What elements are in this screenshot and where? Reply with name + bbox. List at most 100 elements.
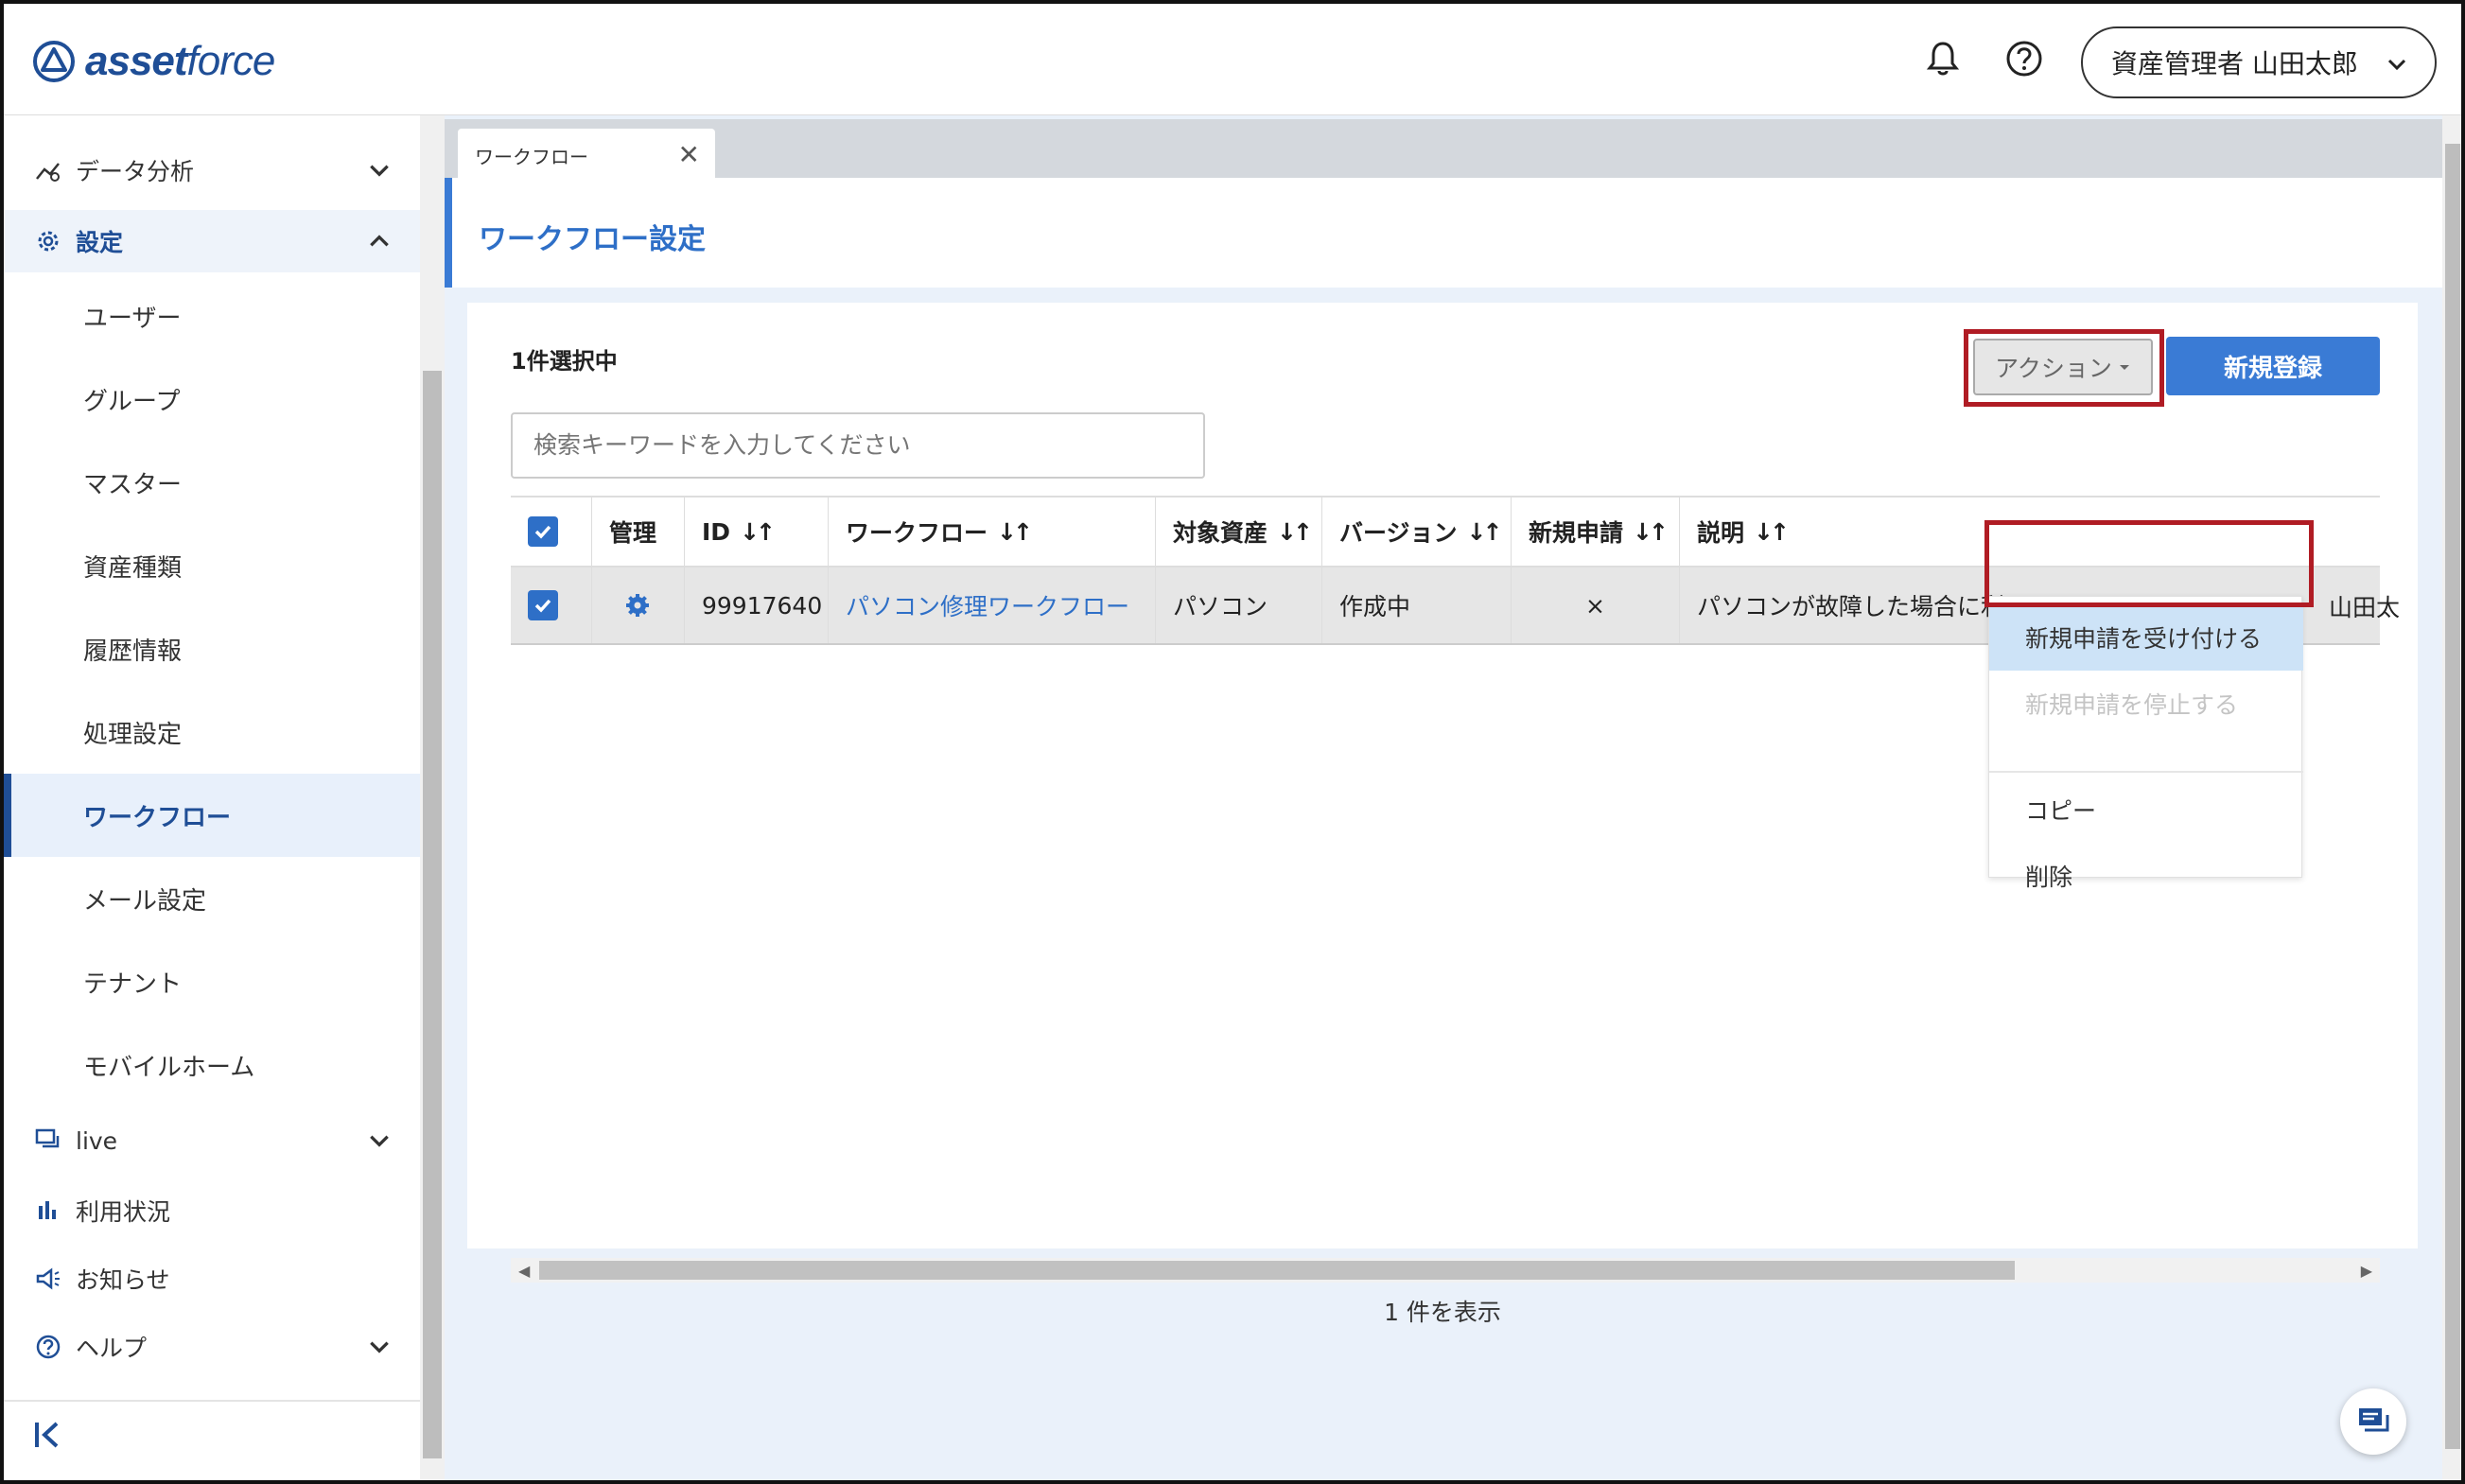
select-all-checkbox[interactable]: [511, 498, 592, 566]
column-header-manage: 管理: [592, 498, 685, 566]
chat-button[interactable]: [2340, 1388, 2406, 1455]
sidebar-subitem-label: 履歴情報: [83, 637, 183, 666]
sort-icon[interactable]: ↓↑: [740, 518, 776, 546]
menu-divider: [1989, 771, 2303, 773]
id-cell: 99917640: [685, 567, 829, 643]
sidebar-subitem-workflow[interactable]: ワークフロー: [4, 774, 420, 857]
bell-icon[interactable]: [1922, 38, 1964, 79]
page-title: ワークフロー設定: [479, 223, 706, 256]
row-checkbox[interactable]: [511, 567, 592, 643]
header-label: 説明: [1697, 519, 1745, 547]
header-label: ID: [702, 517, 731, 546]
sidebar-item-label: 設定: [76, 229, 124, 256]
tab-workflow[interactable]: ワークフロー ✕: [458, 129, 715, 182]
sidebar-scrollbar[interactable]: [420, 115, 445, 1480]
user-menu-button[interactable]: 資産管理者 山田太郎: [2081, 26, 2437, 98]
sidebar-item-label: live: [76, 1126, 118, 1155]
sidebar-subitem-processing[interactable]: 処理設定: [4, 690, 420, 774]
header-label: 管理: [609, 519, 657, 547]
sidebar-subitem-master[interactable]: マスター: [4, 441, 420, 524]
scroll-right-icon[interactable]: ▶: [2361, 1262, 2372, 1280]
menu-item-stop-requests: 新規申請を停止する: [2025, 691, 2239, 719]
page-title-bar: ワークフロー設定: [445, 178, 2442, 288]
main-scrollbar[interactable]: [2442, 115, 2461, 1480]
target-asset-cell: パソコン: [1156, 567, 1322, 643]
header-label: 対象資産: [1173, 519, 1268, 547]
sort-icon[interactable]: ↓↑: [1467, 518, 1503, 546]
horizontal-scrollbar[interactable]: ◀ ▶: [511, 1258, 2380, 1283]
gear-icon: [38, 231, 59, 252]
app-window: assetforce 資産管理者 山田太郎 データ分析 設定 ユーザー グループ…: [0, 0, 2465, 1484]
sidebar-subitem-history[interactable]: 履歴情報: [4, 607, 420, 690]
header-label: バージョン: [1339, 519, 1458, 547]
column-header-new-request[interactable]: 新規申請 ↓↑: [1512, 498, 1680, 566]
sidebar-subitem-label: 資産種類: [83, 553, 183, 583]
chevron-down-icon: [370, 165, 389, 177]
checkbox-checked: [528, 590, 558, 620]
tab-bar: ワークフロー ✕: [445, 119, 2442, 182]
help-circle-icon[interactable]: [2003, 38, 2045, 79]
column-header-version[interactable]: バージョン ↓↑: [1322, 498, 1512, 566]
sidebar-subitem-label: グループ: [83, 387, 181, 416]
logo[interactable]: assetforce: [32, 36, 275, 87]
sort-icon[interactable]: ↓↑: [1754, 518, 1790, 546]
analytics-icon: [36, 163, 60, 182]
new-registration-button[interactable]: 新規登録: [2166, 337, 2380, 395]
manage-cell: [592, 567, 685, 643]
sidebar-subitem-users[interactable]: ユーザー: [4, 274, 420, 358]
workflow-link[interactable]: パソコン修理ワークフロー: [829, 567, 1156, 643]
column-header-id[interactable]: ID ↓↑: [685, 498, 829, 566]
chevron-up-icon: [370, 235, 389, 247]
top-header: assetforce 資産管理者 山田太郎: [4, 4, 2461, 115]
sidebar-item-data-analysis[interactable]: データ分析: [4, 140, 420, 201]
sidebar-subitem-label: ユーザー: [83, 304, 182, 333]
result-count: 1 件を表示: [1384, 1299, 1501, 1326]
sort-icon[interactable]: ↓↑: [997, 518, 1033, 546]
logo-text: assetforce: [85, 38, 275, 84]
scrollbar-thumb[interactable]: [423, 371, 442, 1458]
sidebar-subitem-label: マスター: [83, 470, 183, 499]
sidebar-item-usage[interactable]: 利用状況: [4, 1180, 420, 1241]
close-icon[interactable]: ✕: [678, 142, 700, 168]
action-dropdown-button[interactable]: アクション: [1973, 339, 2153, 395]
search-input[interactable]: [511, 412, 1205, 479]
sidebar-subitem-label: モバイルホーム: [83, 1053, 255, 1082]
sidebar-subitem-asset-types[interactable]: 資産種類: [4, 524, 420, 607]
sidebar-item-settings[interactable]: 設定: [4, 210, 420, 272]
scrollbar-thumb[interactable]: [2445, 144, 2460, 1449]
sidebar-divider: [4, 1400, 420, 1402]
bar-chart-icon: [39, 1201, 56, 1219]
collapse-sidebar-icon[interactable]: [32, 1419, 64, 1451]
sidebar-subitem-mail[interactable]: メール設定: [4, 857, 420, 940]
column-header-target-asset[interactable]: 対象資産 ↓↑: [1156, 498, 1322, 566]
menu-item-delete[interactable]: 削除: [1989, 843, 2303, 909]
sidebar-subitem-groups[interactable]: グループ: [4, 358, 420, 441]
header-label: 新規申請: [1529, 519, 1624, 547]
sidebar-item-news[interactable]: お知らせ: [4, 1248, 420, 1309]
active-indicator: [4, 774, 11, 857]
chevron-down-icon: [370, 1135, 389, 1147]
logo-icon: [33, 41, 75, 82]
menu-item-accept-requests[interactable]: 新規申請を受け付ける: [1989, 604, 2303, 671]
sidebar-subitem-label: 処理設定: [83, 720, 183, 749]
sidebar-subitem-label: テナント: [83, 969, 183, 999]
sidebar-subitem-mobile-home[interactable]: モバイルホーム: [4, 1023, 420, 1107]
scrollbar-thumb[interactable]: [539, 1261, 2015, 1280]
scroll-left-icon[interactable]: ◀: [518, 1262, 530, 1280]
sidebar-item-label: 利用状況: [76, 1198, 171, 1226]
selection-count: 1件選択中: [511, 348, 618, 375]
sidebar-item-live[interactable]: live: [4, 1110, 420, 1171]
chevron-down-icon: [2387, 59, 2406, 71]
menu-item-copy[interactable]: コピー: [1989, 777, 2303, 843]
sort-icon[interactable]: ↓↑: [1277, 518, 1313, 546]
chat-icon: [2359, 1408, 2389, 1432]
sidebar-subitem-label: ワークフロー: [83, 803, 232, 832]
sidebar-subitem-tenant[interactable]: テナント: [4, 940, 420, 1023]
live-chat-icon: [35, 1128, 60, 1148]
column-header-workflow[interactable]: ワークフロー ↓↑: [829, 498, 1156, 566]
gear-icon[interactable]: [624, 592, 651, 619]
sort-icon[interactable]: ↓↑: [1633, 518, 1669, 546]
sidebar-item-help[interactable]: ヘルプ: [4, 1317, 420, 1377]
user-name: 資産管理者 山田太郎: [2111, 48, 2358, 79]
check-icon: [534, 599, 551, 613]
